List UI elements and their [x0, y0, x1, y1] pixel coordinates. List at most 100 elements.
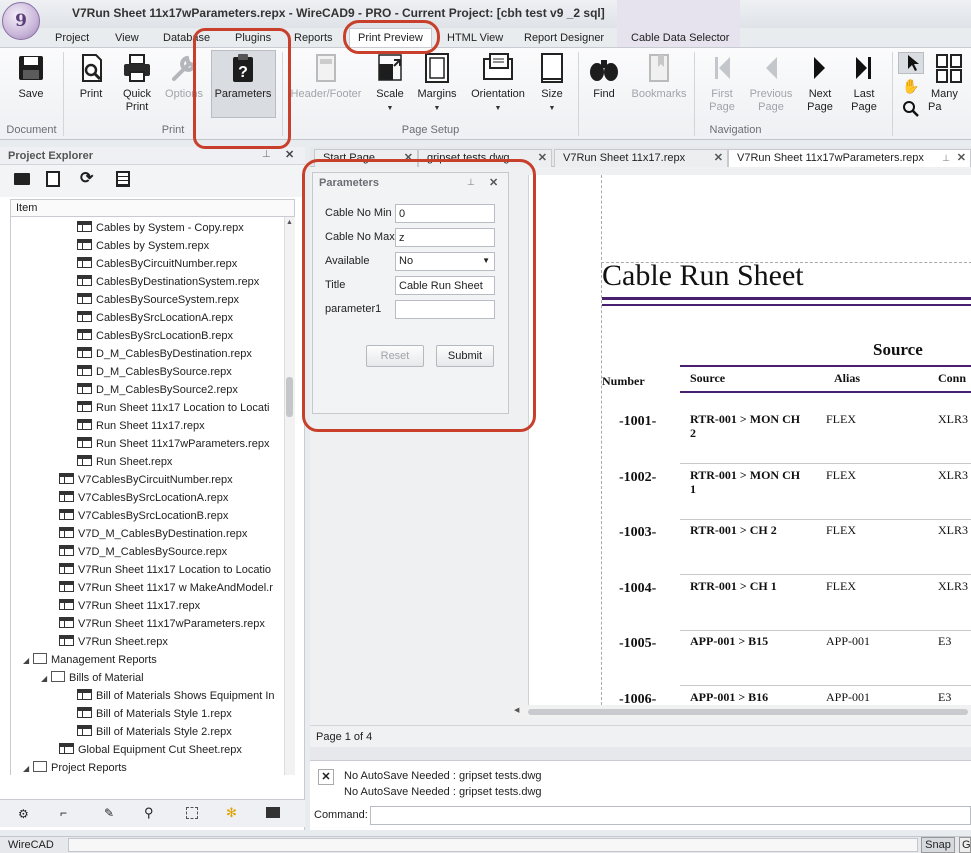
tab-v7run-sheet[interactable]: V7Run Sheet 11x17.repx ✕ — [554, 149, 728, 167]
horizontal-scrollbar-thumb[interactable] — [528, 709, 968, 715]
zoom-tool-button[interactable] — [902, 100, 922, 120]
first-page-button[interactable]: First Page — [700, 52, 744, 114]
tree-report-item[interactable]: CablesBySrcLocationB.repx — [77, 327, 233, 345]
tree-report-item[interactable]: D_M_CablesBySource.repx — [77, 363, 232, 381]
size-dropdown[interactable]: Size ▼ — [535, 52, 569, 115]
pin-icon[interactable]: ⊥ — [262, 149, 271, 160]
folder-icon — [33, 653, 47, 664]
new-document-icon[interactable] — [46, 171, 60, 187]
open-folder-icon[interactable] — [14, 173, 30, 185]
tree-report-item[interactable]: CablesBySourceSystem.repx — [77, 291, 239, 309]
expand-arrow-icon[interactable]: ◢ — [23, 652, 33, 670]
hand-tool-icon[interactable]: ✋ — [902, 78, 922, 96]
scroll-left-icon[interactable]: ◀ — [514, 706, 519, 714]
select-icon[interactable] — [186, 807, 198, 819]
row-divider — [680, 518, 971, 520]
find-button[interactable]: Find — [586, 52, 622, 101]
save-button[interactable]: Save — [10, 52, 52, 101]
tree-report-item[interactable]: V7CablesBySrcLocationA.repx — [59, 489, 228, 507]
tree-item-label: Bills of Material — [69, 672, 144, 684]
tree-report-item[interactable]: V7CablesBySrcLocationB.repx — [59, 507, 228, 525]
orientation-dropdown[interactable]: Orientation ▼ — [467, 52, 529, 115]
truck-icon[interactable] — [266, 807, 280, 818]
tree-report-item[interactable]: Run Sheet 11x17.repx — [77, 417, 205, 435]
tab-view[interactable]: View — [115, 32, 139, 44]
report-file-icon — [59, 509, 74, 520]
tree-report-item[interactable]: V7Run Sheet 11x17 w MakeAndModel.r — [59, 579, 273, 597]
tree-report-item[interactable]: Cables by System.repx — [77, 237, 209, 255]
tree-report-item[interactable]: Bill of Materials Shows Equipment In — [77, 687, 275, 705]
list-view-icon[interactable] — [116, 171, 130, 187]
wire-icon[interactable]: ⌐ — [60, 806, 67, 820]
tree-report-item[interactable]: Run Sheet 11x17 Location to Locati — [77, 399, 269, 417]
expand-arrow-icon[interactable]: ◢ — [41, 670, 51, 688]
search-icon[interactable]: ⚲ — [144, 805, 154, 821]
next-page-button[interactable]: Next Page — [800, 52, 840, 114]
tree-report-item[interactable]: D_M_CablesBySource2.repx — [77, 381, 238, 399]
command-input[interactable] — [370, 806, 971, 825]
tree-report-item[interactable]: CablesByCircuitNumber.repx — [77, 255, 237, 273]
row-divider — [680, 685, 971, 687]
tree-report-item[interactable]: V7Run Sheet 11x17 Location to Locatio — [59, 561, 271, 579]
tree-report-item[interactable]: Cables by System - Copy.repx — [77, 219, 244, 237]
clear-output-icon[interactable]: ✕ — [318, 769, 334, 785]
tab-project[interactable]: Project — [55, 32, 89, 44]
bookmarks-button[interactable]: Bookmarks — [630, 52, 688, 101]
tree-folder[interactable]: ◢ Management Reports — [23, 651, 157, 669]
project-tree[interactable]: Cables by System - Copy.repx Cables by Sy… — [10, 217, 284, 775]
tab-reports[interactable]: Reports — [294, 32, 333, 44]
tree-report-item[interactable]: V7Run Sheet 11x17wParameters.repx — [59, 615, 265, 633]
next-page-icon — [804, 52, 836, 84]
tab-report-designer[interactable]: Report Designer — [524, 32, 604, 44]
close-icon[interactable]: ✕ — [285, 148, 294, 161]
properties-icon[interactable]: ⚙ — [18, 807, 29, 821]
tree-report-item[interactable]: V7CablesByCircuitNumber.repx — [59, 471, 233, 489]
tree-folder[interactable]: ◢ Project Reports — [23, 759, 127, 775]
tree-report-item[interactable]: V7Run Sheet 11x17.repx — [59, 597, 200, 615]
tree-report-item[interactable]: CablesBySrcLocationA.repx — [77, 309, 233, 327]
last-page-button[interactable]: Last Page — [844, 52, 884, 114]
close-icon[interactable]: ✕ — [957, 150, 966, 166]
report-file-icon — [77, 383, 92, 394]
print-button[interactable]: Print — [70, 52, 112, 101]
app-logo-icon[interactable]: 9 — [2, 2, 40, 40]
tree-report-item[interactable]: Global Equipment Cut Sheet.repx — [59, 741, 242, 759]
tree-column-header[interactable]: Item — [10, 199, 295, 217]
tree-report-item[interactable]: Bill of Materials Style 1.repx — [77, 705, 232, 723]
horizontal-scrollbar[interactable]: ◀ — [512, 706, 971, 718]
tree-report-item[interactable]: V7Run Sheet.repx — [59, 633, 168, 651]
margins-dropdown[interactable]: Margins ▼ — [416, 52, 458, 115]
tab-html-view[interactable]: HTML View — [447, 32, 503, 44]
tree-report-item[interactable]: Run Sheet.repx — [77, 453, 172, 471]
tab-cable-data-selector[interactable]: Cable Data Selector — [631, 32, 729, 44]
report-page[interactable] — [528, 175, 971, 705]
header-footer-icon — [310, 52, 342, 84]
pin-icon[interactable]: ⊥ — [942, 150, 950, 166]
close-icon[interactable]: ✕ — [538, 150, 547, 166]
tree-report-item[interactable]: Run Sheet 11x17wParameters.repx — [77, 435, 269, 453]
scroll-up-icon[interactable]: ▲ — [286, 219, 293, 226]
refresh-icon[interactable]: ⟳ — [80, 168, 93, 188]
tree-scrollbar-thumb[interactable] — [286, 377, 293, 417]
expand-arrow-icon[interactable]: ◢ — [23, 760, 33, 775]
tree-folder[interactable]: ◢ Bills of Material — [41, 669, 144, 687]
tree-report-item[interactable]: CablesByDestinationSystem.repx — [77, 273, 259, 291]
close-icon[interactable]: ✕ — [714, 150, 723, 166]
header-footer-button[interactable]: Header/Footer — [290, 52, 362, 101]
scale-dropdown[interactable]: Scale ▼ — [370, 52, 410, 115]
tab-v7run-sheet-parameters[interactable]: V7Run Sheet 11x17wParameters.repx ⊥ ✕ — [728, 149, 971, 167]
tree-report-item[interactable]: V7D_M_CablesBySource.repx — [59, 543, 227, 561]
quick-print-button[interactable]: Quick Print — [116, 52, 158, 114]
tree-report-item[interactable]: V7D_M_CablesByDestination.repx — [59, 525, 247, 543]
edit-icon[interactable]: ✎ — [104, 806, 114, 820]
tree-scrollbar[interactable]: ▲ — [284, 217, 295, 775]
pointer-tool-button[interactable] — [898, 52, 924, 74]
previous-page-button[interactable]: Previous Page — [746, 52, 796, 114]
tree-report-item[interactable]: Bill of Materials Style 2.repx — [77, 723, 232, 741]
grid-toggle[interactable]: G — [959, 837, 971, 853]
many-pages-button[interactable]: Many Pa — [928, 52, 971, 114]
tree-report-item[interactable]: D_M_CablesByDestination.repx — [77, 345, 252, 363]
flower-icon[interactable]: ✻ — [226, 805, 237, 821]
snap-toggle[interactable]: Snap — [921, 837, 955, 853]
tree-item-label: Run Sheet 11x17 Location to Locati — [96, 402, 270, 414]
